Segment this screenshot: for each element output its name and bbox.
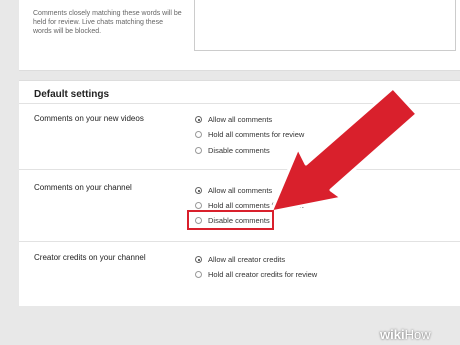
- default-settings-panel: Default settings Comments on your new vi…: [19, 80, 460, 306]
- radio-new-videos-disable[interactable]: Disable comments: [195, 145, 270, 156]
- section-label-channel: Comments on your channel: [34, 183, 132, 192]
- wikihow-watermark: wikiHow: [380, 327, 431, 342]
- blocked-words-textarea[interactable]: [194, 0, 456, 51]
- blocked-words-panel: Comments closely matching these words wi…: [19, 0, 460, 71]
- radio-credits-allow[interactable]: Allow all creator credits: [195, 254, 285, 265]
- watermark-wiki: wiki: [380, 327, 405, 342]
- option-label: Allow all creator credits: [208, 255, 286, 264]
- radio-checked-icon: [195, 187, 202, 194]
- radio-new-videos-hold[interactable]: Hold all comments for review: [195, 129, 304, 140]
- section-label-creator-credits: Creator credits on your channel: [34, 253, 146, 262]
- radio-unchecked-icon: [195, 147, 202, 154]
- option-label: Allow all comments: [208, 186, 273, 195]
- blocked-words-help-text: Comments closely matching these words wi…: [33, 10, 182, 35]
- radio-unchecked-icon: [195, 202, 202, 209]
- divider: [19, 241, 460, 242]
- radio-channel-allow[interactable]: Allow all comments: [195, 185, 272, 196]
- radio-channel-disable[interactable]: Disable comments: [195, 215, 270, 226]
- option-label: Disable comments: [208, 216, 270, 225]
- radio-unchecked-icon: [195, 271, 202, 278]
- radio-credits-hold[interactable]: Hold all creator credits for review: [195, 269, 317, 280]
- radio-checked-icon: [195, 116, 202, 123]
- divider: [19, 103, 460, 104]
- section-label-new-videos: Comments on your new videos: [34, 114, 144, 123]
- radio-checked-icon: [195, 256, 202, 263]
- divider: [19, 169, 460, 170]
- watermark-how: How: [404, 327, 431, 342]
- option-label: Disable comments: [208, 146, 270, 155]
- radio-unchecked-icon: [195, 217, 202, 224]
- option-label: Hold all comments for review: [208, 130, 305, 139]
- radio-unchecked-icon: [195, 131, 202, 138]
- default-settings-title: Default settings: [34, 89, 110, 100]
- option-label: Hold all comments for review: [208, 201, 305, 210]
- option-label: Hold all creator credits for review: [208, 270, 318, 279]
- radio-new-videos-allow[interactable]: Allow all comments: [195, 114, 272, 125]
- option-label: Allow all comments: [208, 115, 273, 124]
- radio-channel-hold[interactable]: Hold all comments for review: [195, 200, 304, 211]
